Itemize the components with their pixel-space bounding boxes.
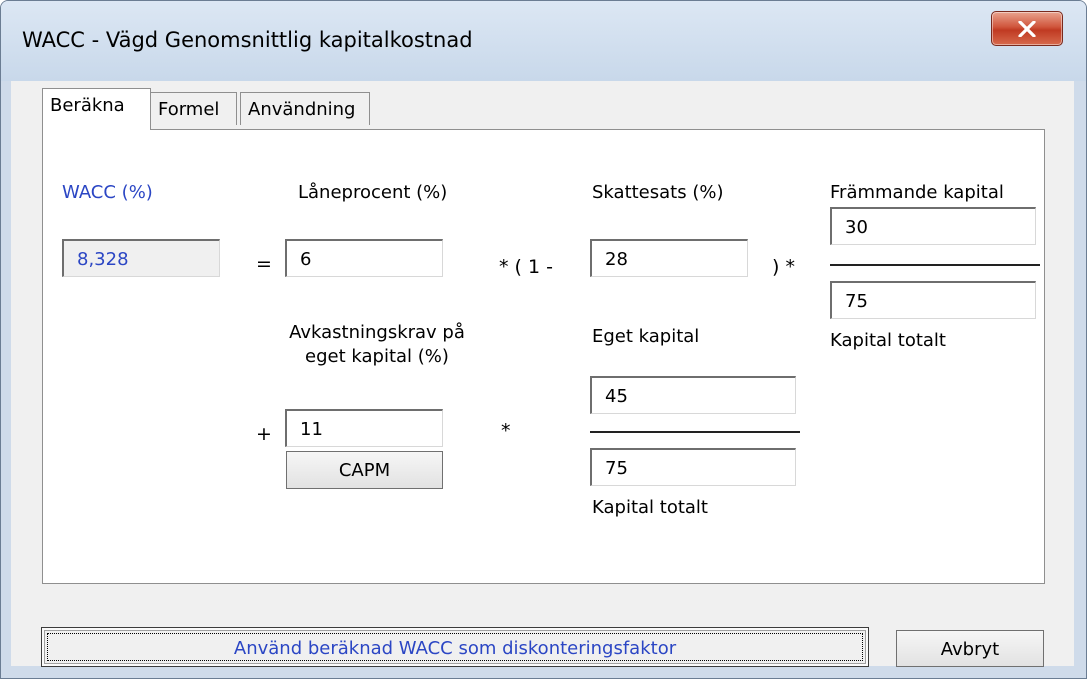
- total-capital-input-1[interactable]: 75: [830, 281, 1036, 319]
- times-operator: *: [501, 420, 511, 442]
- apply-wacc-button[interactable]: Använd beräknad WACC som diskonteringsfa…: [41, 627, 869, 667]
- equity-return-label-line2: eget kapital (%): [305, 346, 449, 367]
- equity-return-label-line1: Avkastningskrav på: [289, 322, 465, 343]
- apply-wacc-label: Använd beräknad WACC som diskonteringsfa…: [233, 638, 677, 659]
- tab-label: Användning: [248, 99, 356, 120]
- equals-operator: =: [256, 253, 272, 275]
- equity-label: Eget kapital: [592, 326, 700, 347]
- title-bar[interactable]: WACC - Vägd Genomsnittlig kapitalkostnad: [1, 1, 1086, 81]
- capm-button[interactable]: CAPM: [286, 451, 443, 489]
- equity-return-input[interactable]: 11: [285, 409, 443, 447]
- tax-rate-label: Skattesats (%): [592, 182, 724, 203]
- close-icon: [1018, 21, 1036, 37]
- fraction-line: [830, 264, 1040, 266]
- equity-input[interactable]: 45: [590, 376, 796, 414]
- total-capital-label-2: Kapital totalt: [592, 497, 708, 518]
- tab-berakna[interactable]: Beräkna: [42, 88, 151, 130]
- tab-label: Beräkna: [50, 95, 125, 116]
- wacc-result-field: 8,328: [62, 239, 220, 277]
- debt-input[interactable]: 30: [830, 207, 1036, 245]
- wacc-label: WACC (%): [62, 182, 153, 203]
- loan-rate-label: Låneprocent (%): [298, 182, 448, 203]
- tab-formel[interactable]: Formel: [150, 92, 237, 125]
- fraction-line: [590, 431, 800, 433]
- total-capital-label-1: Kapital totalt: [830, 330, 946, 351]
- close-times-operator: ) *: [772, 256, 795, 278]
- total-capital-input-2[interactable]: 75: [590, 448, 796, 486]
- tab-label: Formel: [158, 99, 220, 120]
- tab-anvandning[interactable]: Användning: [240, 92, 370, 125]
- times-one-minus-operator: * ( 1 -: [499, 256, 553, 278]
- plus-operator: +: [256, 423, 272, 445]
- cancel-button[interactable]: Avbryt: [896, 630, 1044, 667]
- window-title: WACC - Vägd Genomsnittlig kapitalkostnad: [22, 28, 473, 52]
- close-button[interactable]: [991, 11, 1063, 46]
- tax-rate-input[interactable]: 28: [590, 239, 748, 277]
- debt-label: Främmande kapital: [830, 182, 1004, 203]
- loan-rate-input[interactable]: 6: [285, 239, 443, 277]
